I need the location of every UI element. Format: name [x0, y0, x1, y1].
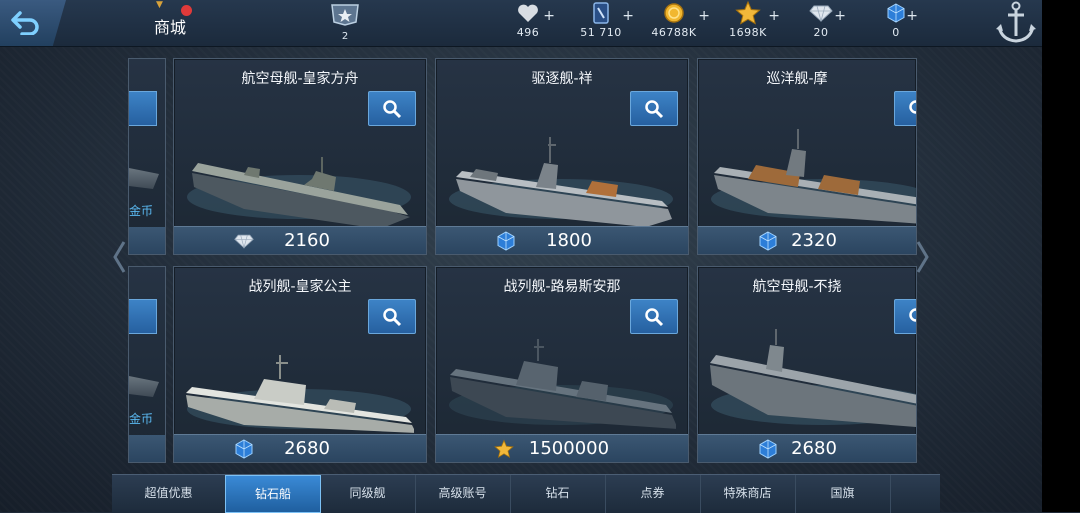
rank-emblem-icon [331, 4, 359, 26]
ship-card[interactable]: 战列舰-路易斯安那 1500000 [435, 266, 689, 463]
shop-title[interactable]: 商城 [154, 14, 186, 38]
ship-price: 2160 [284, 230, 330, 251]
gold-coin-icon [664, 3, 684, 23]
ship-price: 2680 [284, 438, 330, 459]
price-bar [129, 435, 165, 462]
heart-icon [518, 4, 538, 22]
ship-image [186, 355, 414, 433]
ship-name: 巡洋舰-摩 [766, 71, 828, 87]
add-icon: + [768, 8, 780, 24]
resource-value: 0 [892, 26, 900, 39]
tab-same-class-ships[interactable]: 同级舰 [320, 475, 416, 513]
blue-gem-icon [759, 231, 777, 251]
ship-card[interactable]: 航空母舰-皇家方舟 2160 [173, 58, 427, 255]
ship-image [710, 329, 916, 428]
resource-gems[interactable]: + 0 [884, 2, 918, 39]
ship-image [129, 168, 159, 189]
partial-ship-card[interactable]: 金币 [128, 266, 166, 463]
star-icon [494, 439, 514, 458]
chevron-right-icon[interactable] [916, 240, 930, 274]
ship-image [449, 339, 676, 429]
star-icon [735, 1, 761, 25]
notification-badge [181, 5, 192, 16]
search-button[interactable] [129, 91, 157, 126]
price-label: 金币 [129, 412, 154, 426]
resource-value: 1698K [729, 26, 767, 39]
ship-price: 1500000 [528, 438, 610, 459]
ship-name: 战列舰-路易斯安那 [503, 279, 621, 295]
ship-card[interactable]: 航空母舰-不挠 2680 [697, 266, 917, 463]
anchor-menu-button[interactable] [992, 0, 1042, 46]
ship-price: 1800 [546, 230, 592, 251]
partial-ship-card[interactable]: 金币 [128, 58, 166, 255]
resource-diamonds[interactable]: + 20 [806, 2, 846, 39]
price-bar: 2320 [698, 226, 916, 254]
diamond-icon [234, 234, 254, 249]
resource-cards[interactable]: + 51 710 [578, 2, 634, 39]
price-bar [129, 227, 165, 254]
ship-name: 驱逐舰-祥 [531, 71, 593, 87]
magnifier-icon [383, 100, 402, 119]
tab-diamonds[interactable]: 钻石 [510, 475, 606, 513]
back-button[interactable] [0, 0, 66, 46]
resource-value: 46788K [651, 26, 697, 39]
magnifier-icon [645, 308, 664, 327]
blue-gem-icon [497, 231, 515, 251]
tab-vouchers[interactable]: 点券 [605, 475, 701, 513]
resource-value: 20 [813, 26, 829, 39]
search-button[interactable] [129, 299, 157, 334]
resource-stars[interactable]: + 1698K [726, 1, 780, 39]
price-bar: 2680 [698, 434, 916, 462]
ship-image [129, 376, 159, 397]
ship-card[interactable]: 巡洋舰-摩 2320 [697, 58, 917, 255]
add-icon: + [622, 8, 634, 24]
ship-name: 战列舰-皇家公主 [248, 279, 352, 295]
resource-value: 496 [516, 26, 540, 39]
add-icon: + [698, 8, 710, 24]
resource-value: 51 710 [580, 26, 622, 39]
add-icon: + [906, 8, 918, 24]
tab-flags[interactable]: 国旗 [795, 475, 891, 513]
rank-display[interactable]: 2 [328, 2, 362, 42]
add-icon: + [543, 8, 555, 24]
price-bar: 1500000 [436, 434, 688, 462]
card-icon [593, 2, 609, 24]
tab-special-shop[interactable]: 特殊商店 [700, 475, 796, 513]
magnifier-icon [645, 100, 664, 119]
blue-gem-icon [887, 3, 905, 23]
blue-gem-icon [235, 439, 253, 459]
price-bar: 2680 [174, 434, 426, 462]
magnifier-icon [909, 308, 916, 322]
blue-gem-icon [759, 439, 777, 459]
chevron-down-icon: ▼ [156, 0, 163, 10]
ship-image [187, 157, 411, 227]
price-bar: 2160 [174, 226, 426, 254]
diamond-icon [809, 5, 833, 22]
add-icon: + [834, 8, 846, 24]
resource-hearts[interactable]: + 496 [511, 2, 555, 39]
ship-card[interactable]: 驱逐舰-祥 1800 [435, 58, 689, 255]
ship-price: 2680 [791, 438, 837, 459]
magnifier-icon [909, 100, 916, 114]
ship-image [449, 137, 673, 227]
ship-price: 2320 [791, 230, 837, 251]
ship-image [711, 129, 916, 224]
price-label: 金币 [129, 204, 154, 218]
back-arrow-icon [11, 11, 39, 35]
tab-value-deals[interactable]: 超值优惠 [112, 475, 226, 513]
resource-gold[interactable]: + 46788K [648, 2, 710, 39]
top-bar: ▼ 商城 2 + 496 + 51 710 + 46788K + 1698K +… [0, 0, 1042, 47]
tab-premium-account[interactable]: 高级账号 [415, 475, 511, 513]
ship-name: 航空母舰-不挠 [752, 279, 842, 295]
price-bar: 1800 [436, 226, 688, 254]
ship-name: 航空母舰-皇家方舟 [241, 71, 359, 87]
screen-edge [1042, 0, 1080, 512]
ship-card[interactable]: 战列舰-皇家公主 2680 [173, 266, 427, 463]
anchor-icon [996, 1, 1036, 43]
category-tab-bar: 超值优惠 钻石船 同级舰 高级账号 钻石 点券 特殊商店 国旗 [112, 474, 940, 513]
tab-diamond-ships[interactable]: 钻石船 [225, 475, 321, 513]
magnifier-icon [383, 308, 402, 327]
rank-value: 2 [341, 31, 349, 42]
chevron-left-icon[interactable] [112, 240, 126, 274]
